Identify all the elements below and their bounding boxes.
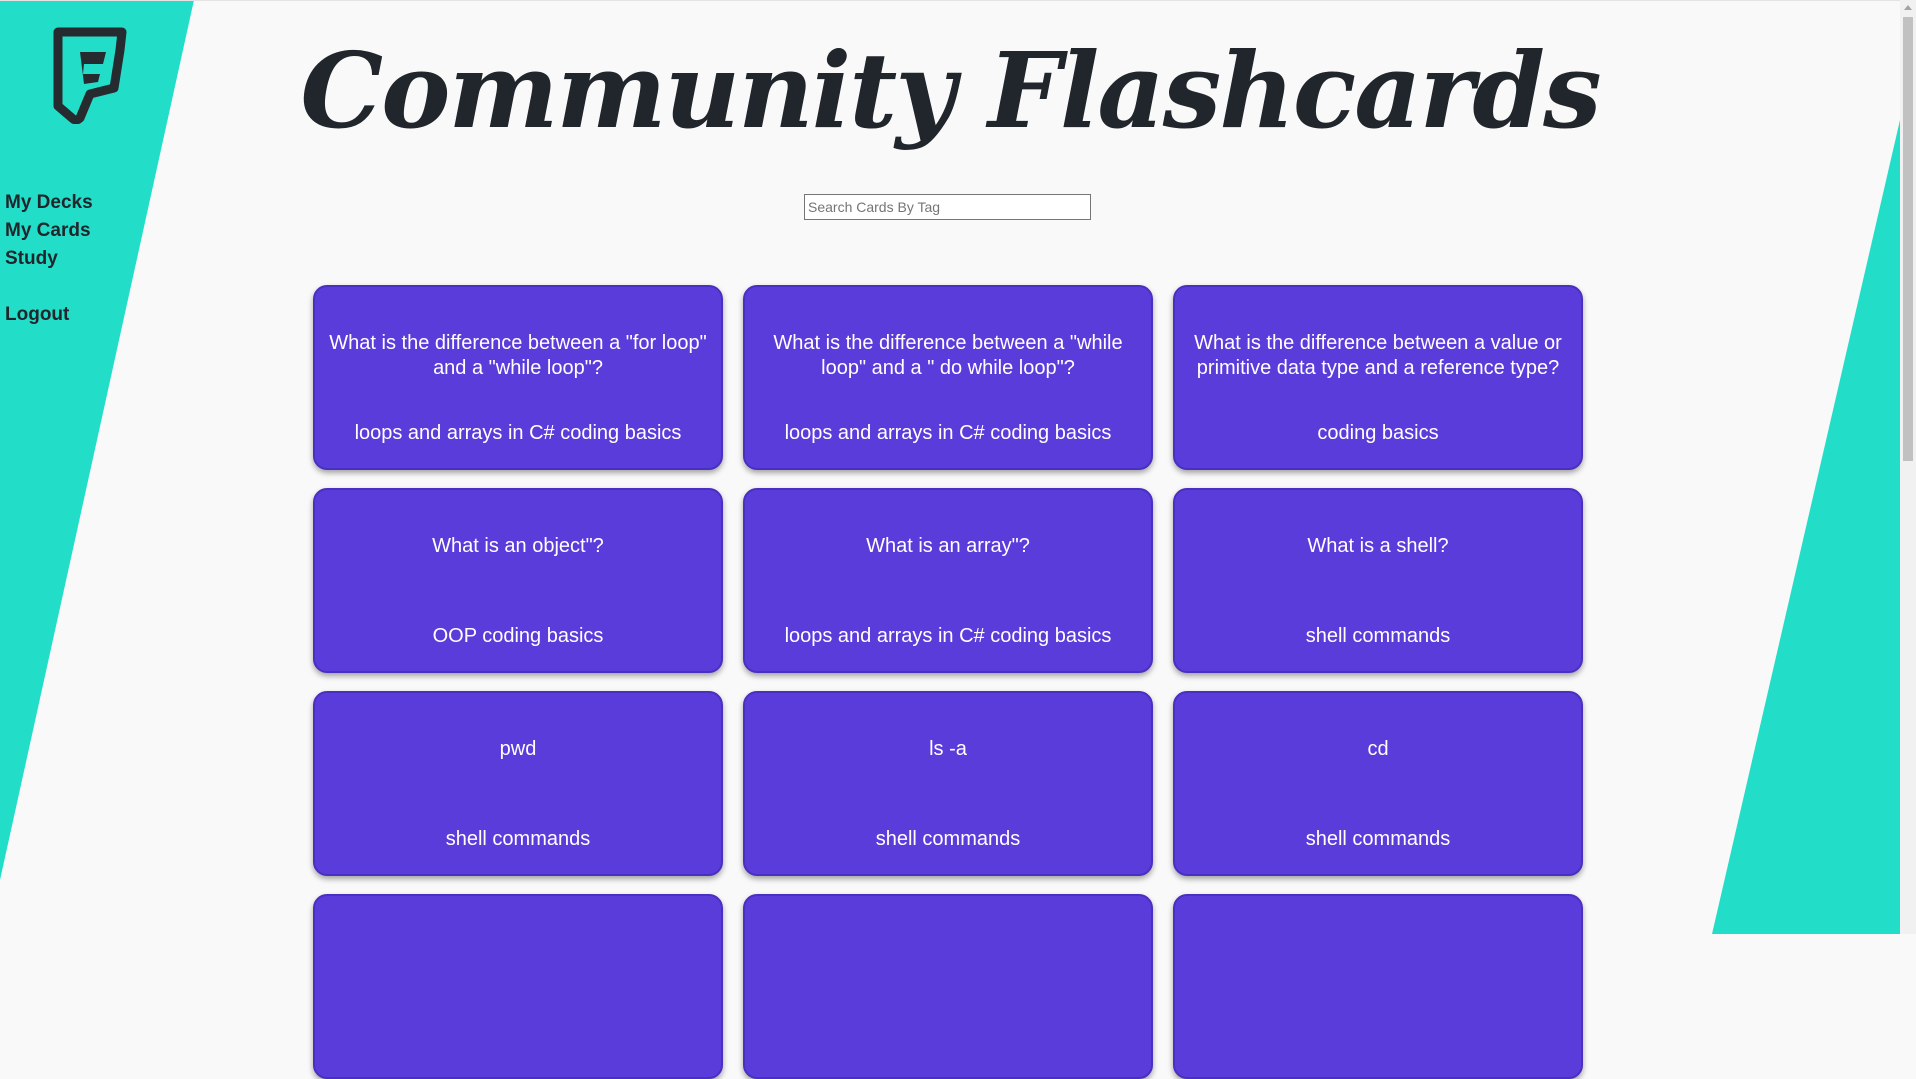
sidebar-item-study[interactable]: Study — [5, 245, 93, 273]
sidebar-item-my-cards[interactable]: My Cards — [5, 217, 93, 245]
card-tags: loops and arrays in C# coding basics — [784, 422, 1112, 444]
scrollbar-thumb[interactable] — [1903, 17, 1913, 461]
flashcard[interactable] — [1173, 894, 1583, 1079]
card-tags: shell commands — [1305, 625, 1451, 647]
sidebar-nav: My Decks My Cards Study Logout — [5, 189, 93, 329]
search-input[interactable] — [804, 194, 1091, 220]
flashcard[interactable]: What is an array"? loops and arrays in C… — [743, 488, 1153, 673]
flashcard[interactable]: What is an object"? OOP coding basics — [313, 488, 723, 673]
card-tags: shell commands — [445, 828, 591, 850]
card-question: What is the difference between a "while … — [773, 332, 1123, 379]
flashcard[interactable] — [313, 894, 723, 1079]
card-tags: loops and arrays in C# coding basics — [354, 422, 682, 444]
cards-grid: What is the difference between a "for lo… — [313, 285, 1583, 1079]
card-question: pwd — [499, 738, 537, 760]
flashcard[interactable] — [743, 894, 1153, 1079]
vertical-scrollbar[interactable] — [1900, 0, 1916, 934]
top-border — [0, 0, 1900, 1]
card-tags: shell commands — [1305, 828, 1451, 850]
card-question: What is an object"? — [432, 535, 604, 557]
flashcard[interactable]: What is the difference between a "for lo… — [313, 285, 723, 470]
card-tags: OOP coding basics — [432, 625, 604, 647]
card-question: What is the difference between a "for lo… — [329, 332, 707, 379]
flashcard[interactable]: ls -a shell commands — [743, 691, 1153, 876]
flashcard[interactable]: What is the difference between a "while … — [743, 285, 1153, 470]
card-tags: coding basics — [1317, 422, 1439, 444]
flashcard[interactable]: What is the difference between a value o… — [1173, 285, 1583, 470]
flashcard[interactable]: What is a shell? shell commands — [1173, 488, 1583, 673]
card-tags: shell commands — [875, 828, 1021, 850]
card-tags: loops and arrays in C# coding basics — [784, 625, 1112, 647]
card-question: cd — [1367, 738, 1389, 760]
sidebar-item-logout[interactable]: Logout — [5, 301, 93, 329]
card-question: What is a shell? — [1307, 535, 1449, 557]
card-question: ls -a — [929, 738, 967, 760]
flashcard[interactable]: pwd shell commands — [313, 691, 723, 876]
flashcard[interactable]: cd shell commands — [1173, 691, 1583, 876]
card-question: What is the difference between a value o… — [1194, 332, 1562, 379]
sidebar-item-my-decks[interactable]: My Decks — [5, 189, 93, 217]
page-title: Community Flashcards — [300, 29, 1601, 152]
card-question: What is an array"? — [866, 535, 1030, 557]
scroll-up-arrow-icon[interactable] — [1904, 5, 1912, 10]
